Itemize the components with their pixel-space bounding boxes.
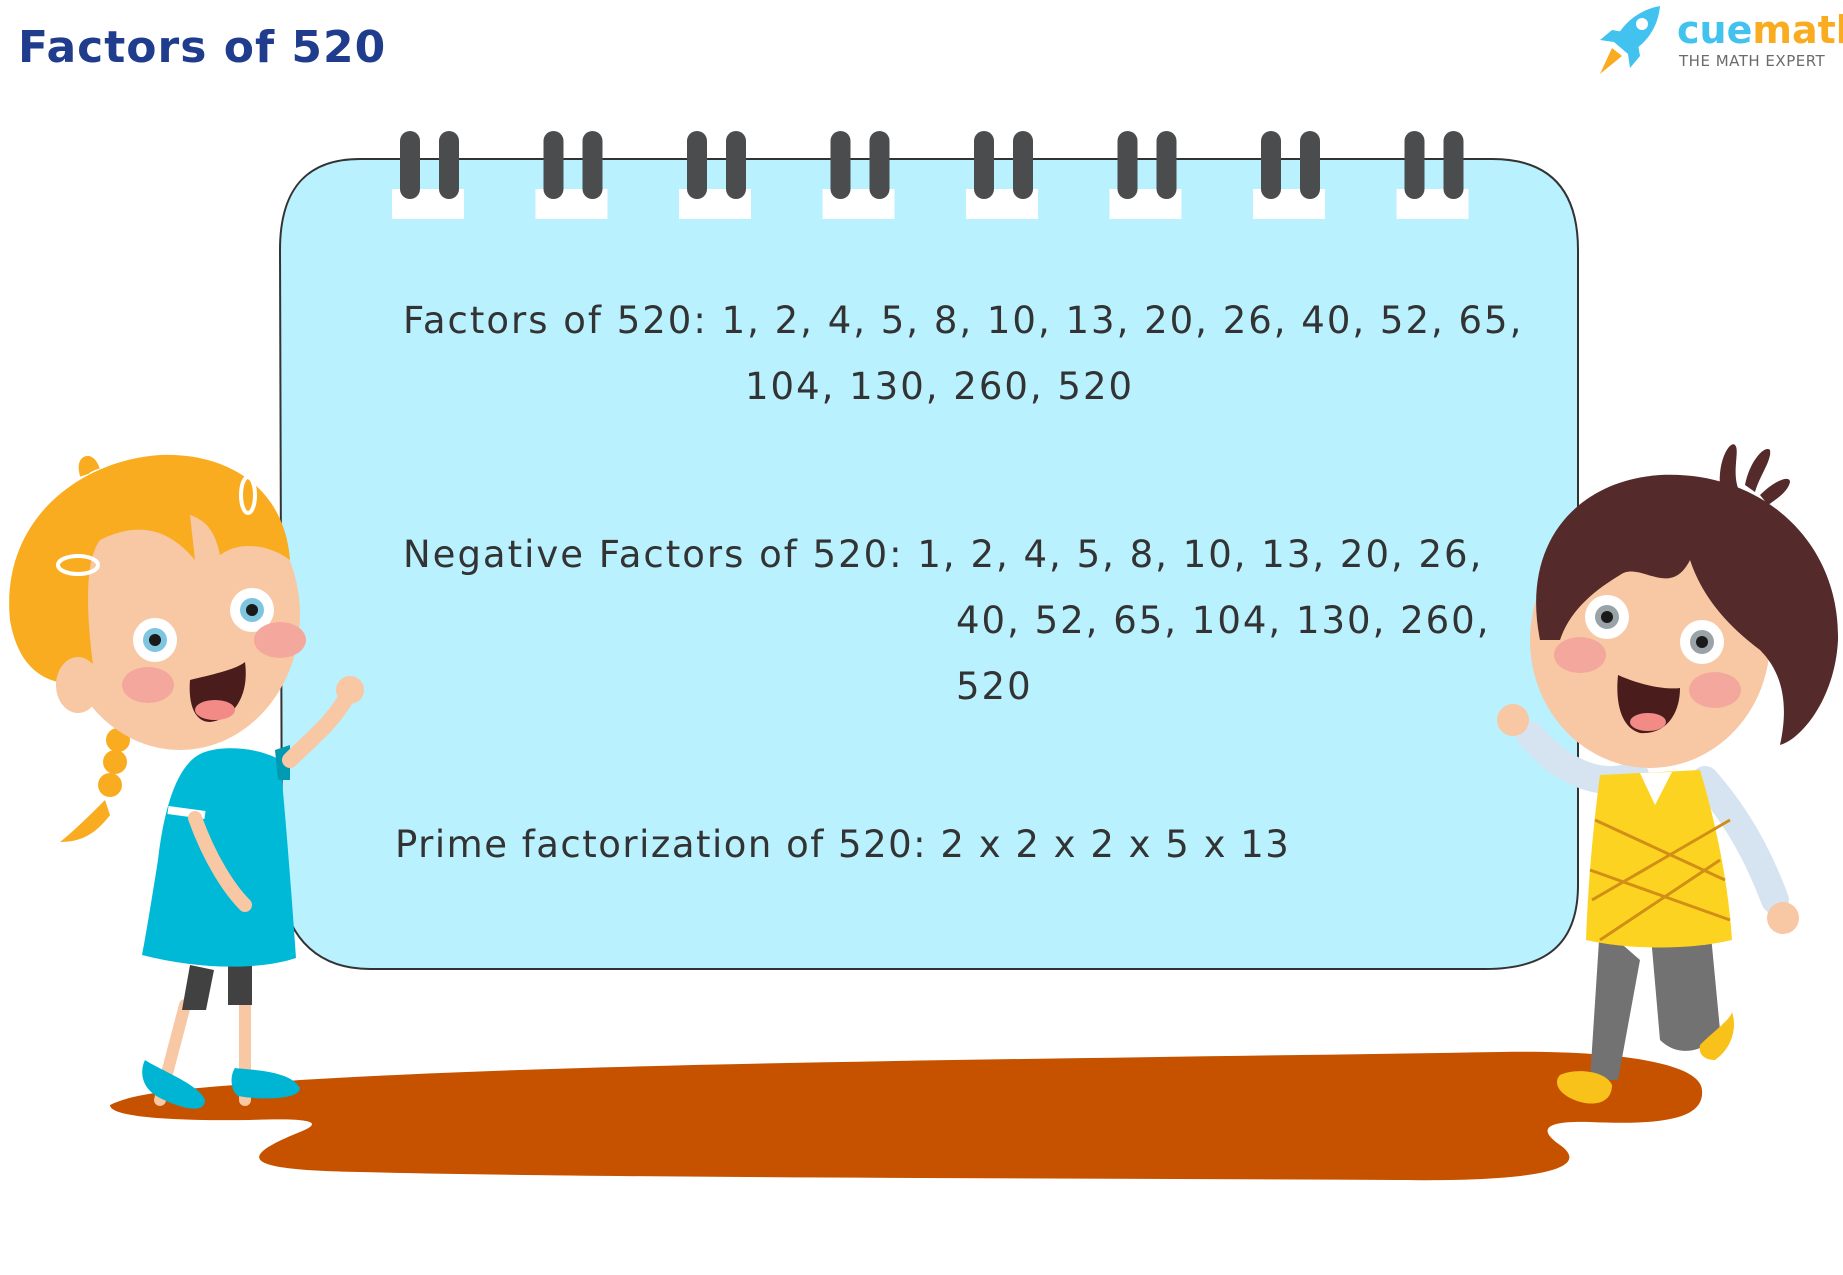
negative-factors-values-line1: 1, 2, 4, 5, 8, 10, 13, 20, 26,: [917, 533, 1484, 576]
factors-values-line1: 1, 2, 4, 5, 8, 10, 13, 20, 26, 40, 52, 6…: [721, 299, 1524, 342]
prime-factorization-label: Prime factorization of 520:: [395, 823, 928, 866]
factors-label: Factors of 520:: [403, 299, 708, 342]
negative-factors-section: Negative Factors of 520: 1, 2, 4, 5, 8, …: [403, 522, 1490, 720]
puddle-shadow: [110, 1051, 1703, 1181]
negative-factors-values-line3: 520: [956, 665, 1033, 708]
negative-factors-values-line2: 40, 52, 65, 104, 130, 260,: [956, 599, 1491, 642]
prime-factorization-value: 2 x 2 x 2 x 5 x 13: [940, 823, 1291, 866]
negative-factors-label: Negative Factors of 520:: [403, 533, 904, 576]
factors-values-line2: 104, 130, 260, 520: [745, 365, 1135, 408]
factors-section: Factors of 520: 1, 2, 4, 5, 8, 10, 13, 2…: [403, 288, 1523, 420]
prime-factorization-section: Prime factorization of 520: 2 x 2 x 2 x …: [395, 812, 1290, 878]
girl-shoe-right: [231, 1068, 300, 1099]
